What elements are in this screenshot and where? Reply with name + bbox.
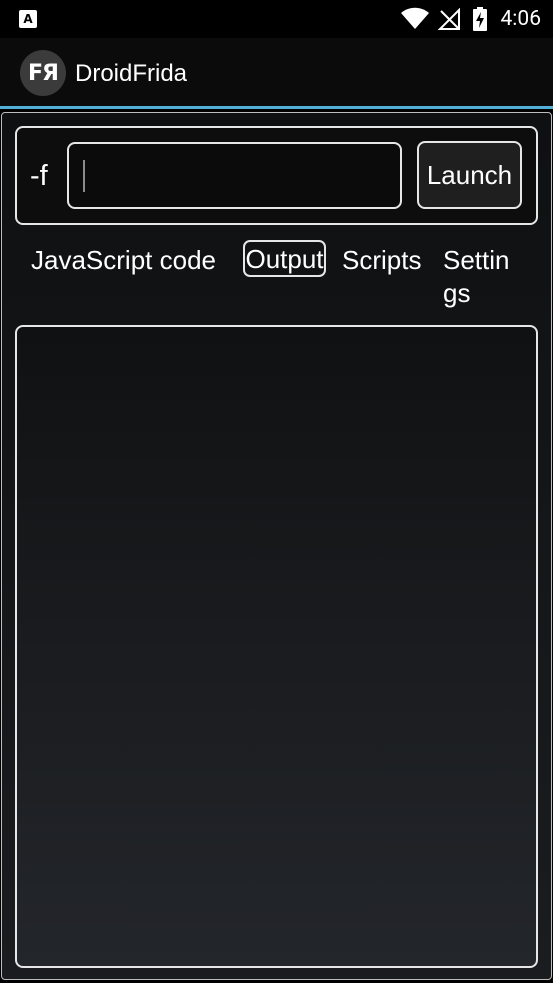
process-name-input[interactable] — [67, 142, 402, 209]
app-logo: FЯ — [20, 50, 66, 96]
tab-scripts[interactable]: Scripts — [342, 244, 421, 276]
tab-settings[interactable]: Settings — [443, 244, 523, 310]
wifi-icon — [401, 7, 429, 29]
tab-output[interactable]: Output — [243, 240, 326, 277]
status-time: 4:06 — [500, 7, 542, 31]
app-bar-divider — [0, 106, 553, 109]
a-notification-icon: A — [19, 10, 37, 28]
output-area[interactable] — [15, 325, 538, 968]
app-bar: FЯ DroidFrida — [0, 38, 553, 108]
text-cursor — [83, 160, 85, 192]
flag-label: -f — [30, 160, 48, 192]
tab-javascript-code[interactable]: JavaScript code — [31, 244, 216, 276]
battery-charging-icon — [473, 7, 487, 31]
app-title: DroidFrida — [75, 60, 188, 87]
no-signal-icon — [438, 8, 460, 30]
status-bar: A 4:06 — [0, 0, 553, 38]
launch-button[interactable]: Launch — [417, 141, 522, 209]
